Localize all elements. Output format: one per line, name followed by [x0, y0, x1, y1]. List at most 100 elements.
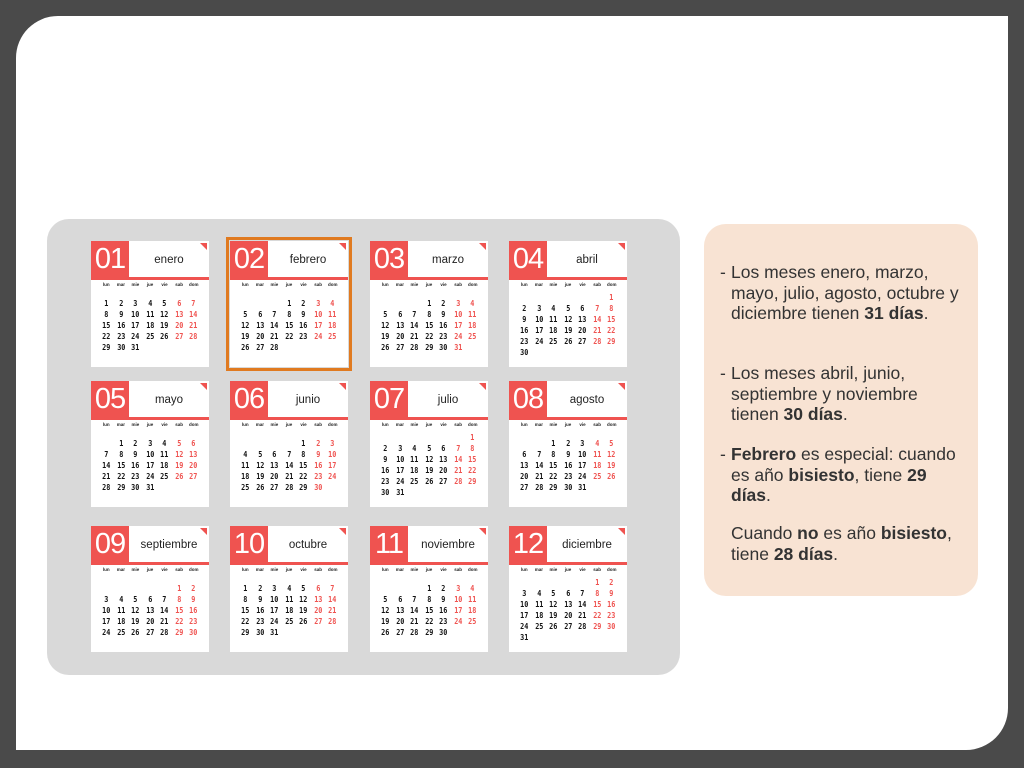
day-cell[interactable]: 31: [144, 482, 156, 493]
day-cell[interactable]: 12: [379, 320, 391, 331]
day-cell[interactable]: 12: [379, 605, 391, 616]
day-cell[interactable]: 2: [562, 438, 574, 449]
day-cell[interactable]: 1: [606, 292, 618, 303]
day-cell[interactable]: 15: [606, 314, 618, 325]
day-cell[interactable]: 14: [576, 599, 588, 610]
day-cell[interactable]: 7: [408, 594, 420, 605]
day-cell[interactable]: 29: [115, 482, 127, 493]
day-cell[interactable]: 9: [297, 309, 309, 320]
day-cell[interactable]: 21: [268, 331, 280, 342]
day-cell[interactable]: 2: [518, 303, 530, 314]
day-cell[interactable]: 10: [268, 594, 280, 605]
day-cell[interactable]: 30: [518, 347, 530, 358]
day-cell[interactable]: 11: [408, 454, 420, 465]
day-cell[interactable]: 3: [452, 583, 464, 594]
day-cell[interactable]: 14: [408, 320, 420, 331]
day-cell[interactable]: 13: [576, 314, 588, 325]
day-cell[interactable]: 4: [591, 438, 603, 449]
day-cell[interactable]: 28: [452, 476, 464, 487]
day-cell[interactable]: 13: [394, 605, 406, 616]
day-cell[interactable]: 6: [173, 298, 185, 309]
day-cell[interactable]: 31: [452, 342, 464, 353]
day-cell[interactable]: 22: [297, 471, 309, 482]
day-cell[interactable]: 13: [173, 309, 185, 320]
day-cell[interactable]: 1: [547, 438, 559, 449]
day-cell[interactable]: 15: [173, 605, 185, 616]
day-cell[interactable]: 11: [533, 599, 545, 610]
day-cell[interactable]: 21: [408, 616, 420, 627]
day-cell[interactable]: 23: [254, 616, 266, 627]
day-cell[interactable]: 11: [115, 605, 127, 616]
day-cell[interactable]: 20: [437, 465, 449, 476]
day-cell[interactable]: 16: [115, 320, 127, 331]
day-cell[interactable]: 25: [327, 331, 339, 342]
day-cell[interactable]: 13: [144, 605, 156, 616]
day-cell[interactable]: 29: [173, 627, 185, 638]
month-card-marzo[interactable]: 03 marzo lun mar mie jue vie sab dom 1 2 3 4 5 6 7 8 9 1…: [370, 241, 488, 367]
day-cell[interactable]: 26: [239, 342, 251, 353]
day-cell[interactable]: 5: [173, 438, 185, 449]
day-cell[interactable]: 27: [144, 627, 156, 638]
day-cell[interactable]: 22: [423, 616, 435, 627]
day-cell[interactable]: 28: [533, 482, 545, 493]
day-cell[interactable]: 30: [312, 482, 324, 493]
day-cell[interactable]: 19: [239, 331, 251, 342]
day-cell[interactable]: 25: [467, 616, 479, 627]
day-cell[interactable]: 26: [129, 627, 141, 638]
day-cell[interactable]: 19: [379, 331, 391, 342]
day-cell[interactable]: 19: [158, 320, 170, 331]
day-cell[interactable]: 20: [144, 616, 156, 627]
day-cell[interactable]: 16: [437, 605, 449, 616]
day-cell[interactable]: 1: [100, 298, 112, 309]
day-cell[interactable]: 7: [452, 443, 464, 454]
day-cell[interactable]: 28: [576, 621, 588, 632]
day-cell[interactable]: 9: [115, 309, 127, 320]
day-cell[interactable]: 1: [239, 583, 251, 594]
day-cell[interactable]: 30: [115, 342, 127, 353]
day-cell[interactable]: 21: [188, 320, 200, 331]
day-cell[interactable]: 10: [144, 449, 156, 460]
day-cell[interactable]: 24: [129, 331, 141, 342]
day-cell[interactable]: 2: [437, 298, 449, 309]
day-cell[interactable]: 27: [394, 342, 406, 353]
day-cell[interactable]: 12: [129, 605, 141, 616]
day-cell[interactable]: 7: [408, 309, 420, 320]
day-cell[interactable]: 29: [591, 621, 603, 632]
day-cell[interactable]: 13: [188, 449, 200, 460]
day-cell[interactable]: 15: [100, 320, 112, 331]
day-cell[interactable]: 5: [129, 594, 141, 605]
day-cell[interactable]: 18: [283, 605, 295, 616]
day-cell[interactable]: 20: [576, 325, 588, 336]
day-cell[interactable]: 28: [188, 331, 200, 342]
day-cell[interactable]: 24: [576, 471, 588, 482]
day-cell[interactable]: 6: [576, 303, 588, 314]
day-cell[interactable]: 20: [173, 320, 185, 331]
day-cell[interactable]: 25: [283, 616, 295, 627]
day-cell[interactable]: 26: [606, 471, 618, 482]
day-cell[interactable]: 18: [239, 471, 251, 482]
day-cell[interactable]: 21: [158, 616, 170, 627]
day-cell[interactable]: 20: [254, 331, 266, 342]
day-cell[interactable]: 8: [115, 449, 127, 460]
day-cell[interactable]: 11: [591, 449, 603, 460]
day-cell[interactable]: 16: [437, 320, 449, 331]
day-cell[interactable]: 29: [239, 627, 251, 638]
day-cell[interactable]: 30: [606, 621, 618, 632]
day-cell[interactable]: 9: [379, 454, 391, 465]
day-cell[interactable]: 6: [268, 449, 280, 460]
day-cell[interactable]: 6: [144, 594, 156, 605]
day-cell[interactable]: 29: [467, 476, 479, 487]
day-cell[interactable]: 19: [547, 610, 559, 621]
day-cell[interactable]: 9: [518, 314, 530, 325]
day-cell[interactable]: 25: [533, 621, 545, 632]
day-cell[interactable]: 4: [327, 298, 339, 309]
day-cell[interactable]: 15: [467, 454, 479, 465]
day-cell[interactable]: 23: [188, 616, 200, 627]
day-cell[interactable]: 2: [312, 438, 324, 449]
month-card-noviembre[interactable]: 11 noviembre lun mar mie jue vie sab dom 1 2 3 4 5 6…: [370, 526, 488, 652]
day-cell[interactable]: 11: [239, 460, 251, 471]
day-cell[interactable]: 14: [283, 460, 295, 471]
day-cell[interactable]: 15: [239, 605, 251, 616]
day-cell[interactable]: 22: [115, 471, 127, 482]
day-cell[interactable]: 27: [518, 482, 530, 493]
